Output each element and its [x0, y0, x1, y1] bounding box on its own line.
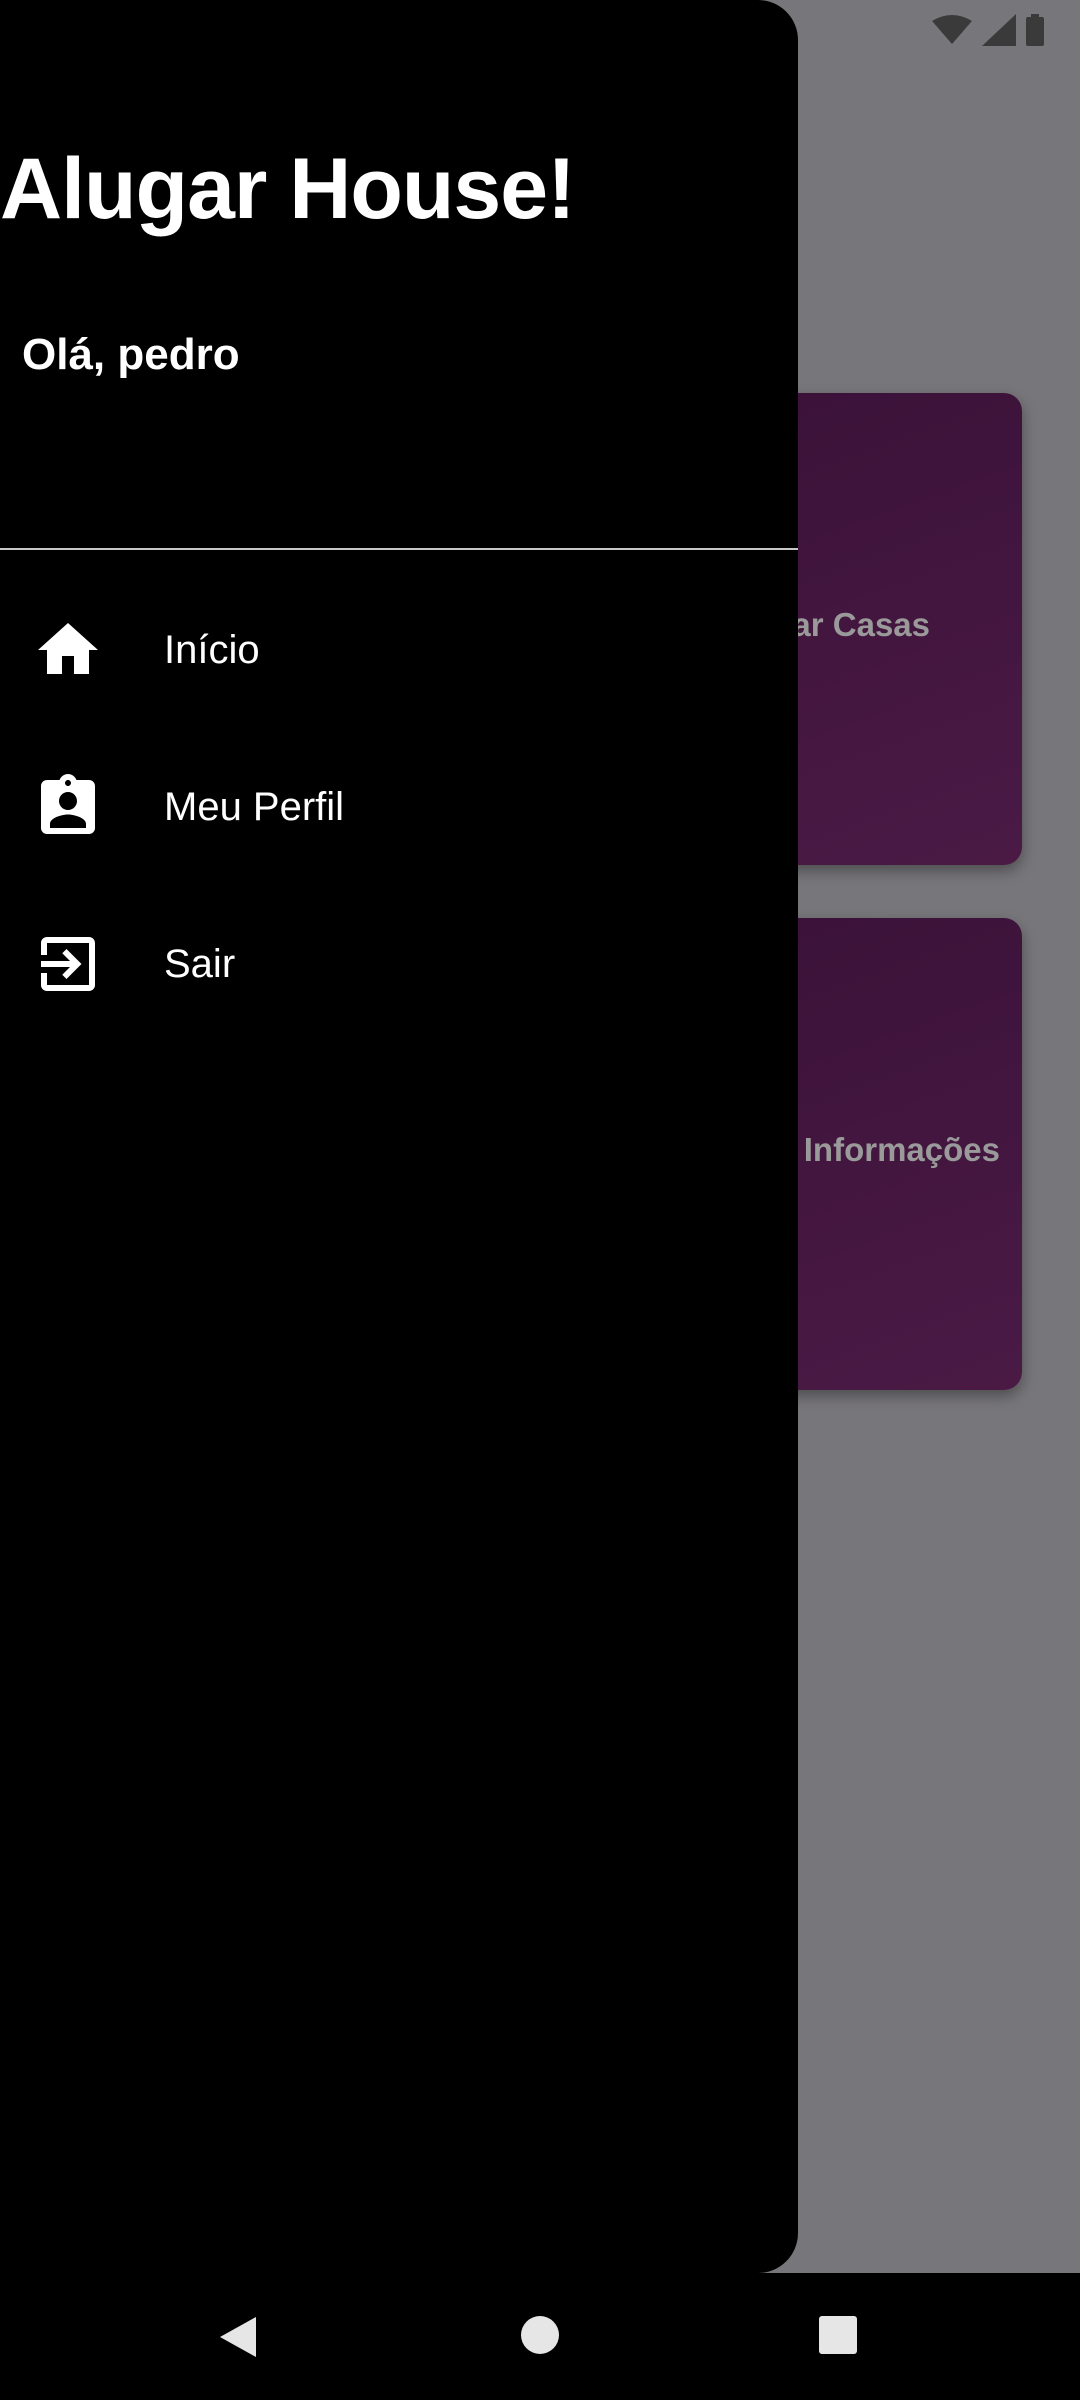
system-navigation-bar	[0, 2273, 1080, 2400]
app-screen: ar Casas Informações Alugar House! Olá, …	[0, 0, 1080, 2273]
exit-icon	[41, 937, 95, 991]
rent-houses-card[interactable]: ar Casas	[760, 393, 1022, 865]
signal-icon	[982, 14, 1016, 46]
drawer-item-home[interactable]: Início	[0, 580, 798, 720]
back-icon[interactable]	[218, 2315, 258, 2359]
home-icon	[38, 623, 98, 674]
status-icons	[932, 14, 1044, 46]
drawer-item-label: Meu Perfil	[164, 784, 345, 829]
battery-icon	[1026, 14, 1044, 46]
navigation-drawer: Alugar House! Olá, pedro Início Meu Perf…	[0, 0, 798, 2273]
drawer-item-label: Início	[164, 627, 260, 672]
drawer-item-exit[interactable]: Sair	[0, 894, 798, 1034]
information-card[interactable]: Informações	[760, 918, 1022, 1390]
recents-icon[interactable]	[818, 2315, 858, 2355]
drawer-item-label: Sair	[164, 941, 236, 986]
drawer-title: Alugar House!	[0, 141, 576, 237]
wifi-icon	[932, 15, 972, 44]
card-label: ar Casas	[792, 606, 930, 643]
home-button-icon[interactable]	[520, 2315, 560, 2355]
badge-icon	[41, 774, 95, 834]
drawer-divider	[0, 548, 798, 550]
card-label: Informações	[803, 1131, 1000, 1168]
drawer-item-profile[interactable]: Meu Perfil	[0, 737, 798, 877]
user-greeting: Olá, pedro	[22, 330, 240, 379]
